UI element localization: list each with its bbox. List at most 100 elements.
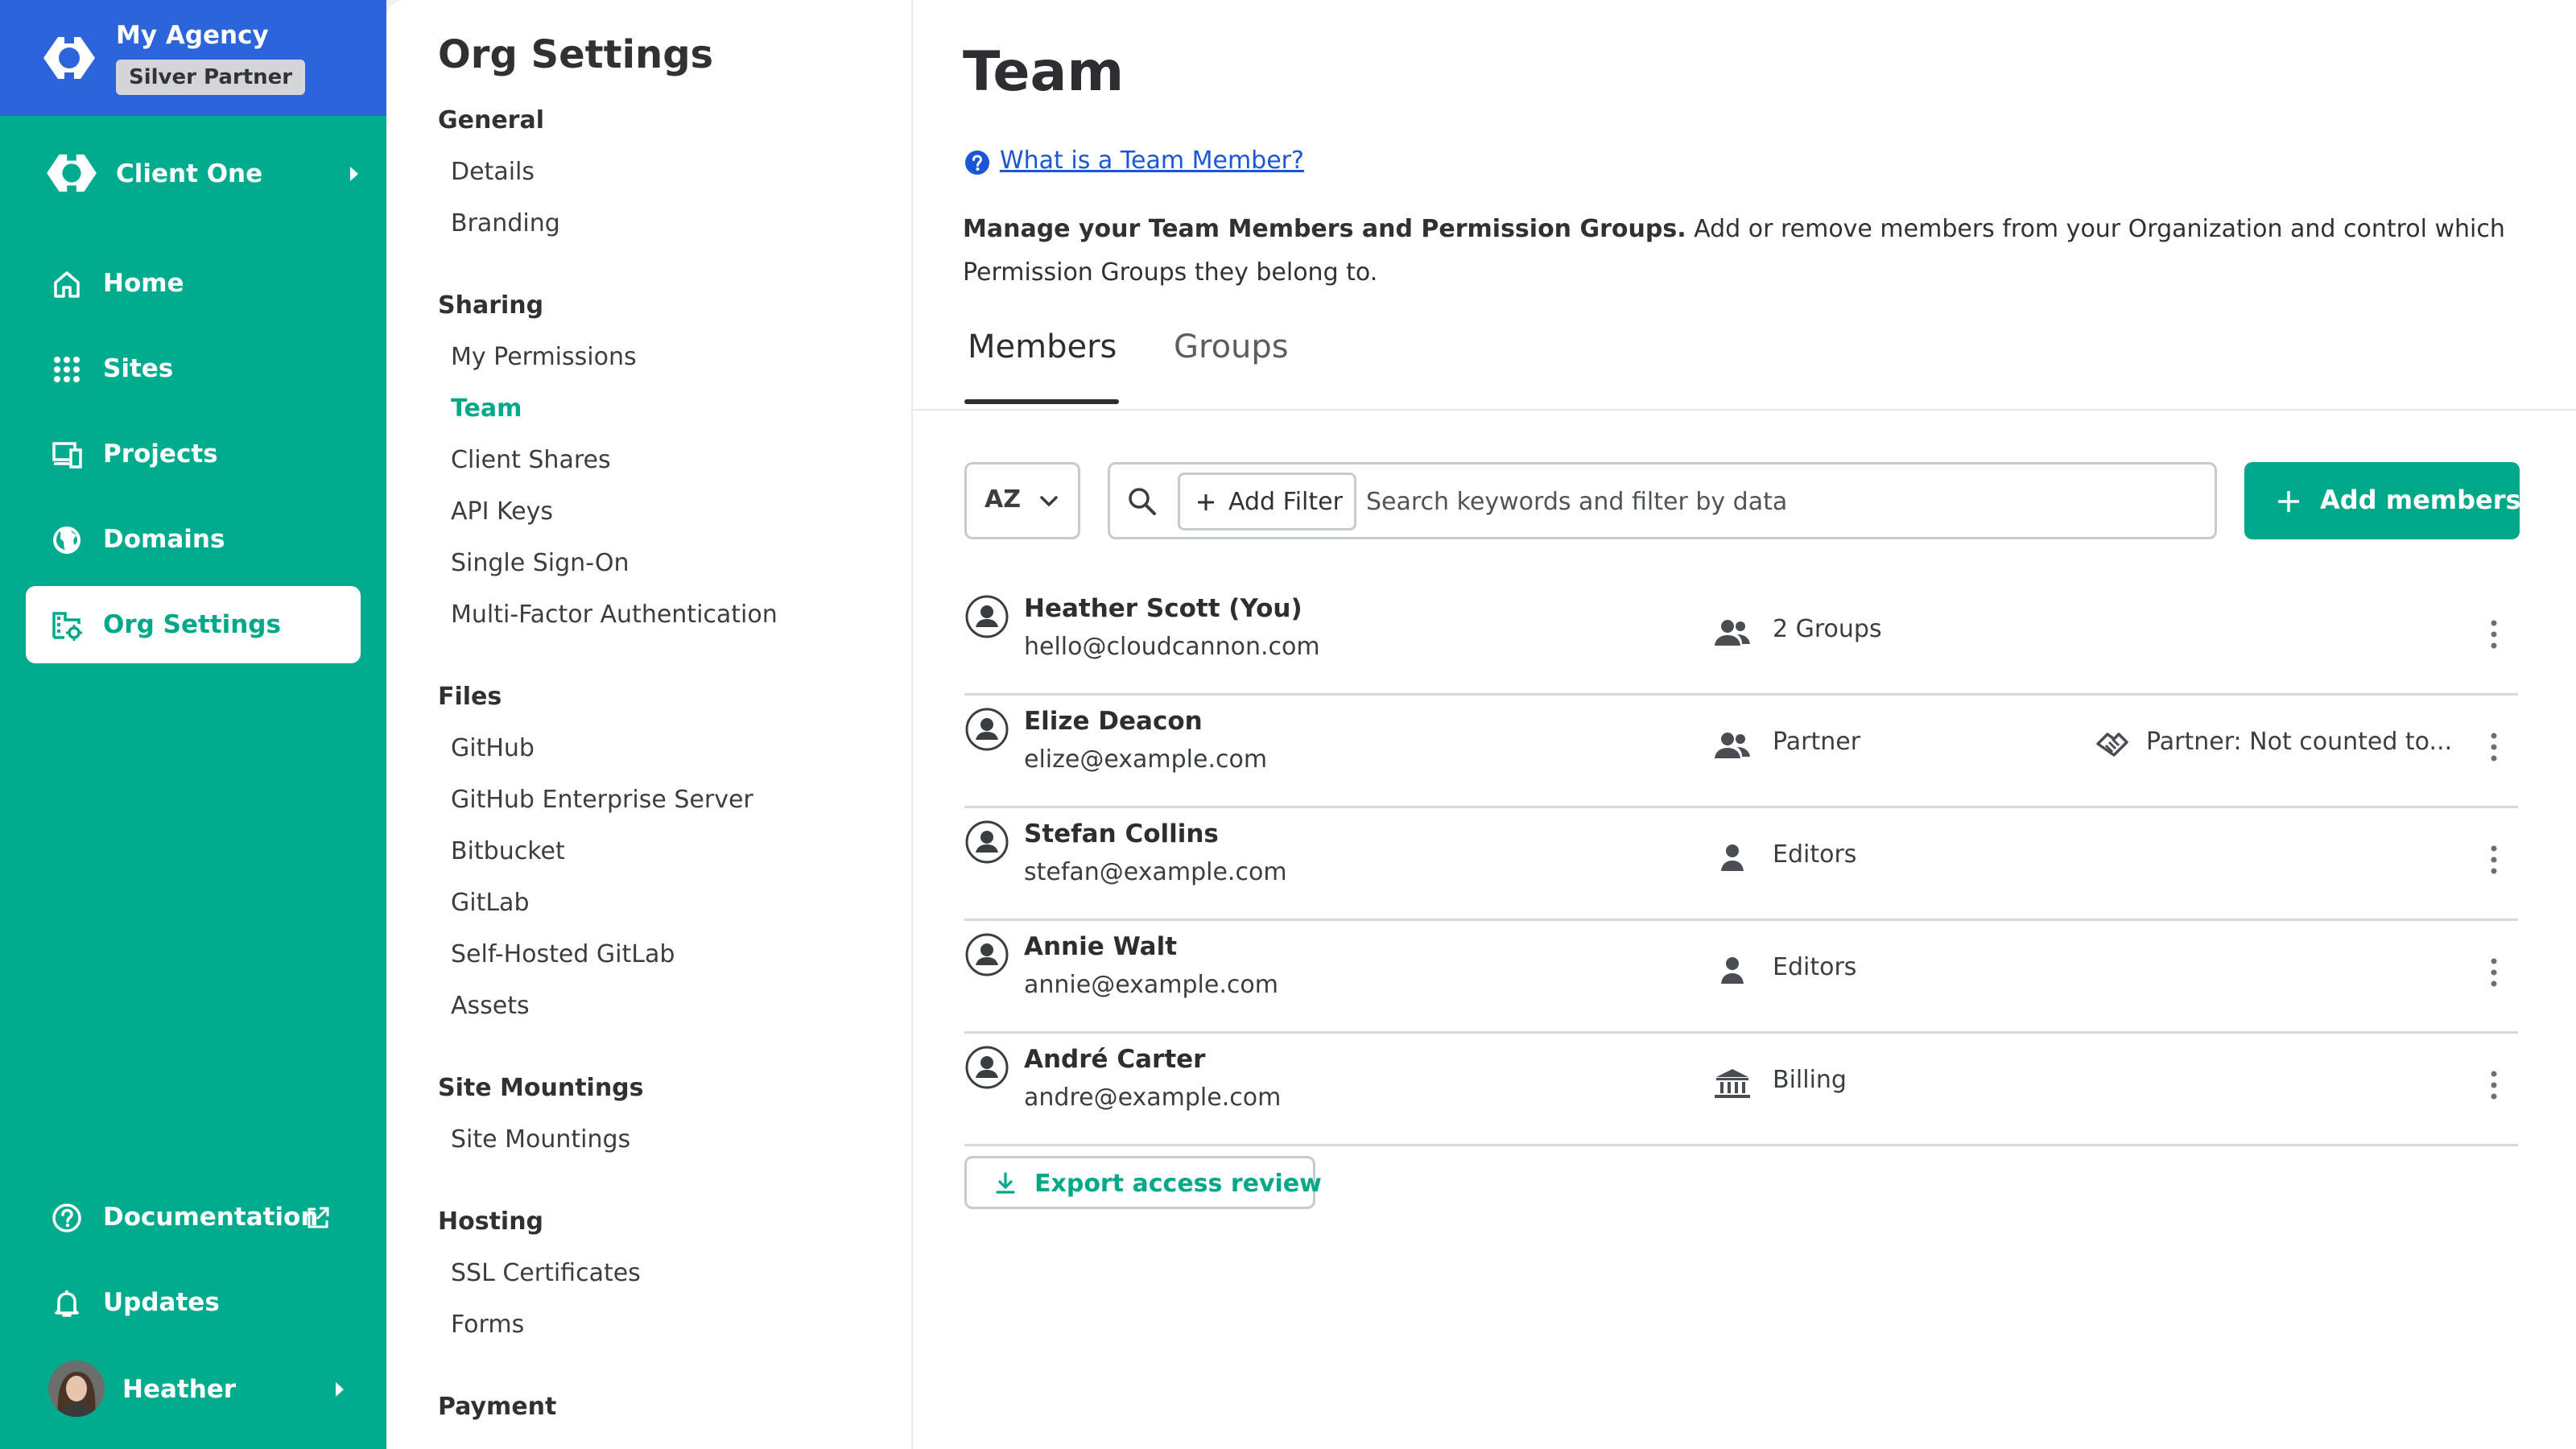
nav-label-projects: Projects [103, 440, 218, 469]
add-filter-button[interactable]: Add Filter [1178, 473, 1356, 530]
member-row[interactable]: André Carter andre@example.com Billing [964, 1034, 2518, 1146]
bell-icon [55, 1290, 79, 1317]
nav-item-documentation[interactable]: Documentation [26, 1179, 361, 1256]
org-settings-icon [52, 612, 82, 641]
nav-item-home[interactable]: Home [26, 245, 361, 322]
user-avatar-icon [965, 820, 1009, 864]
user-avatar-icon [965, 933, 1009, 976]
team-page: Team What is a Team Member? Manage your … [911, 0, 2576, 1449]
user-avatar-icon [965, 708, 1009, 751]
settings-link-ssl-certificates[interactable]: SSL Certificates [451, 1259, 641, 1287]
member-groups-label: Editors [1773, 953, 1857, 981]
kebab-menu-icon[interactable] [2487, 956, 2500, 989]
kebab-menu-icon[interactable] [2487, 844, 2500, 876]
kebab-menu-icon[interactable] [2487, 618, 2500, 650]
group-icon [1715, 620, 1750, 646]
settings-link-client-shares[interactable]: Client Shares [451, 446, 611, 474]
member-row[interactable]: Heather Scott (You) hello@cloudcannon.co… [964, 583, 2518, 696]
nav-item-projects[interactable]: Projects [26, 415, 361, 493]
group-icon [1715, 733, 1750, 758]
add-members-button[interactable]: Add members [2244, 462, 2521, 539]
agency-name: My Agency [116, 21, 269, 50]
settings-link-details[interactable]: Details [451, 158, 535, 186]
settings-link-bitbucket[interactable]: Bitbucket [451, 837, 565, 865]
add-filter-label: Add Filter [1228, 488, 1343, 516]
member-row[interactable]: Elize Deacon elize@example.com Partner P… [964, 696, 2518, 808]
settings-link-mfa[interactable]: Multi-Factor Authentication [451, 601, 778, 629]
settings-link-my-permissions[interactable]: My Permissions [451, 343, 637, 371]
what-is-team-member-link[interactable]: What is a Team Member? [1000, 147, 1304, 175]
settings-heading-files: Files [438, 683, 502, 711]
settings-link-github-enterprise[interactable]: GitHub Enterprise Server [451, 786, 753, 814]
tab-groups[interactable]: Groups [1174, 328, 1289, 365]
chevron-right-icon [336, 1382, 344, 1397]
settings-link-gitlab[interactable]: GitLab [451, 889, 530, 917]
active-tab-indicator [964, 399, 1119, 404]
member-name: André Carter [1024, 1045, 1206, 1074]
nav-item-sites[interactable]: Sites [26, 330, 361, 407]
org-settings-menu: Org Settings General Details Branding Sh… [386, 0, 911, 1449]
settings-title: Org Settings [438, 32, 714, 77]
kebab-menu-icon[interactable] [2487, 1069, 2500, 1101]
member-email: stefan@example.com [1024, 858, 1287, 886]
search-input[interactable] [1366, 473, 2203, 530]
user-avatar-icon [965, 1046, 1009, 1089]
settings-heading-sharing: Sharing [438, 291, 544, 320]
devices-icon [52, 442, 82, 469]
member-row[interactable]: Stefan Collins stefan@example.com Editor… [964, 808, 2518, 921]
user-menu[interactable]: Heather [26, 1360, 361, 1422]
nav-label-documentation: Documentation [103, 1203, 319, 1232]
settings-link-single-sign-on[interactable]: Single Sign-On [451, 549, 629, 577]
agency-switcher[interactable]: My Agency Silver Partner [0, 0, 386, 116]
settings-link-api-keys[interactable]: API Keys [451, 497, 553, 526]
member-email: hello@cloudcannon.com [1024, 633, 1320, 661]
page-description: Manage your Team Members and Permission … [963, 208, 2541, 295]
member-email: annie@example.com [1024, 971, 1278, 999]
client-name: Client One [116, 159, 263, 188]
download-icon [996, 1172, 1015, 1194]
person-icon [1721, 957, 1744, 984]
member-name: Heather Scott (You) [1024, 594, 1302, 623]
plus-icon [2278, 491, 2299, 512]
client-switcher[interactable]: Client One [0, 135, 386, 213]
avatar [48, 1360, 105, 1417]
settings-link-branding[interactable]: Branding [451, 209, 560, 237]
nav-item-org-settings[interactable]: Org Settings [26, 586, 361, 663]
help-circle-icon [52, 1203, 81, 1232]
settings-heading-payment: Payment [438, 1393, 557, 1421]
member-groups-label: 2 Groups [1773, 615, 1882, 643]
globe-icon [53, 526, 80, 554]
question-circle-icon [965, 151, 989, 175]
plus-icon [1198, 494, 1214, 510]
tab-members[interactable]: Members [968, 328, 1117, 365]
member-email: andre@example.com [1024, 1084, 1282, 1112]
settings-link-forms[interactable]: Forms [451, 1311, 524, 1339]
settings-link-site-mountings[interactable]: Site Mountings [451, 1125, 630, 1154]
page-title: Team [963, 40, 1125, 104]
settings-link-assets[interactable]: Assets [451, 992, 530, 1020]
nav-label-home: Home [103, 269, 184, 298]
settings-link-github[interactable]: GitHub [451, 734, 535, 762]
sort-button[interactable]: AZ [964, 462, 1080, 539]
main-sidebar: My Agency Silver Partner Client One Home… [0, 0, 386, 1449]
export-access-review-button[interactable]: Export access review [964, 1156, 1322, 1209]
settings-link-self-hosted-gitlab[interactable]: Self-Hosted GitLab [451, 940, 675, 968]
member-name: Elize Deacon [1024, 707, 1203, 736]
sort-az-label: AZ [985, 485, 1021, 514]
member-groups-label: Editors [1773, 840, 1857, 869]
home-icon [54, 271, 80, 298]
settings-link-team[interactable]: Team [451, 394, 522, 423]
cloudcannon-logo-icon [43, 32, 95, 84]
settings-heading-general: General [438, 106, 544, 134]
member-email: elize@example.com [1024, 745, 1268, 774]
nav-item-domains[interactable]: Domains [26, 501, 361, 578]
member-row[interactable]: Annie Walt annie@example.com Editors [964, 921, 2518, 1034]
search-icon [1129, 488, 1156, 515]
member-groups-label: Billing [1773, 1066, 1847, 1094]
nav-label-org-settings: Org Settings [103, 610, 281, 639]
member-name: Annie Walt [1024, 932, 1178, 961]
nav-item-updates[interactable]: Updates [26, 1264, 361, 1341]
kebab-menu-icon[interactable] [2487, 731, 2500, 763]
search-filter-box: Add Filter [1108, 462, 2217, 539]
export-access-review-label: Export access review [1034, 1170, 1322, 1198]
